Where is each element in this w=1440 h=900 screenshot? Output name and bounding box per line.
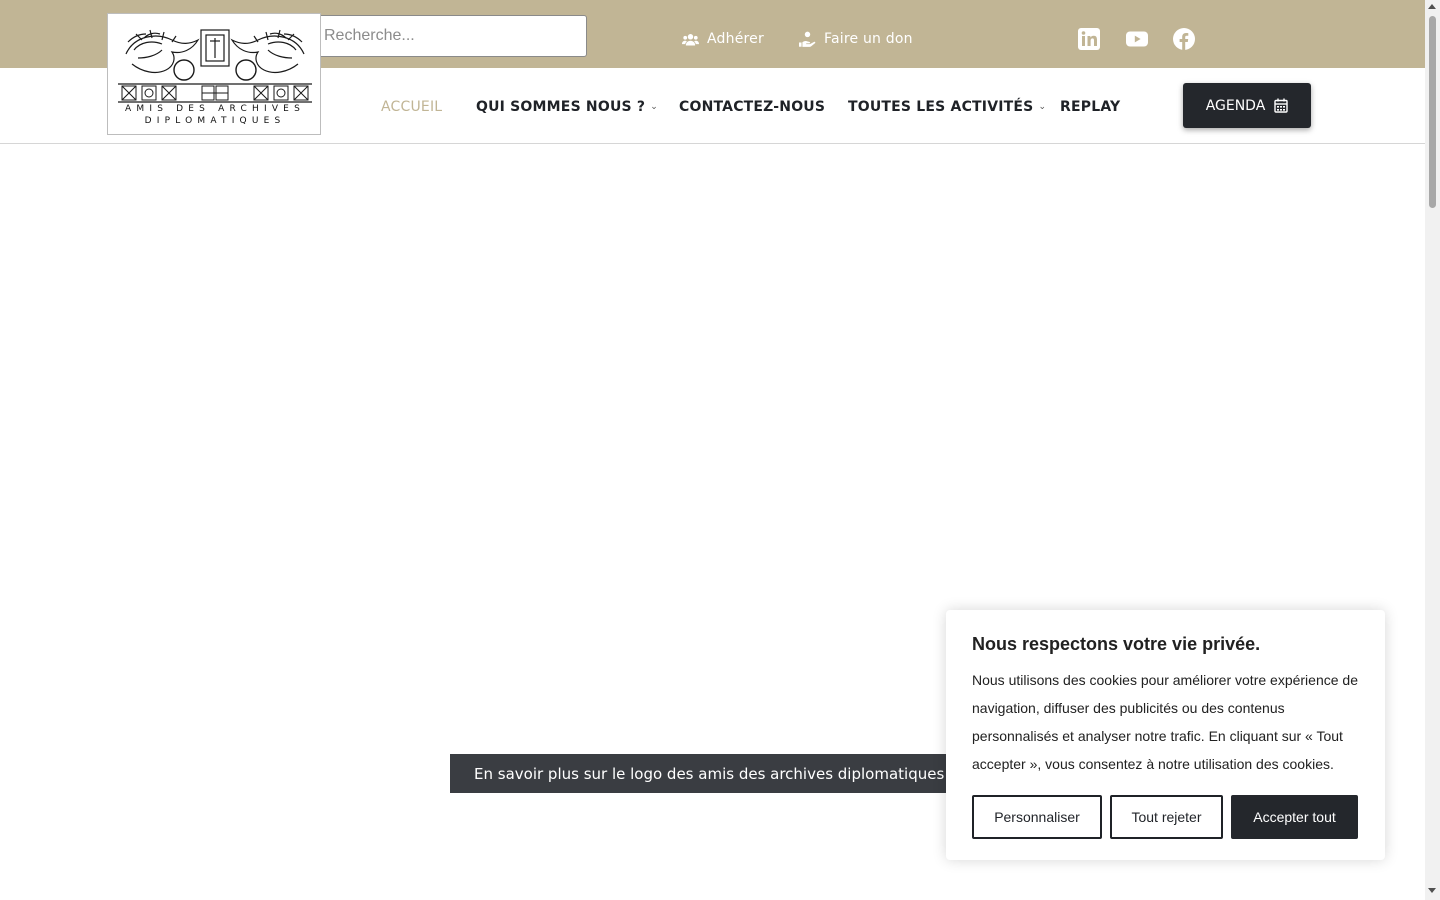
- nav-item-replay[interactable]: REPLAY: [1060, 98, 1120, 116]
- cookie-customize-button[interactable]: Personnaliser: [972, 795, 1102, 839]
- cookie-text: Nous utilisons des cookies pour améliore…: [972, 672, 1358, 772]
- search-input[interactable]: [314, 15, 587, 57]
- donate-link[interactable]: Faire un don: [799, 28, 913, 50]
- logo-text-line2: DIPLOMATIQUES: [144, 116, 286, 126]
- learn-more-label: En savoir plus sur le logo des amis des …: [474, 764, 945, 783]
- donate-hand-icon: [799, 31, 816, 47]
- linkedin-icon: [1078, 28, 1100, 50]
- facebook-link[interactable]: [1173, 28, 1195, 50]
- chevron-down-icon: ⌄: [1038, 102, 1047, 112]
- chevron-down-icon: ⌄: [650, 102, 658, 112]
- scroll-up-arrow-icon[interactable]: [1428, 4, 1436, 9]
- logo-emblem-icon: [118, 29, 312, 103]
- cookie-consent-banner: Nous respectons votre vie privée. Nous u…: [946, 610, 1385, 860]
- nav-item-label: REPLAY: [1060, 99, 1121, 115]
- nav-item-label: ACCUEIL: [381, 99, 443, 115]
- logo-text-line1: AMIS DES ARCHIVES: [125, 104, 305, 114]
- nav-item-label: QUI SOMMES NOUS ?: [476, 99, 646, 115]
- agenda-button[interactable]: AGENDA: [1183, 83, 1311, 128]
- facebook-icon: [1173, 28, 1195, 50]
- cookie-accept-button[interactable]: Accepter tout: [1231, 795, 1358, 839]
- page-scrollbar[interactable]: [1425, 0, 1440, 900]
- nav-item-activities[interactable]: TOUTES LES ACTIVITÉS ⌄: [848, 98, 1046, 116]
- nav-item-home[interactable]: ACCUEIL: [381, 98, 442, 116]
- scrollbar-thumb[interactable]: [1429, 16, 1436, 208]
- learn-more-logo-button[interactable]: En savoir plus sur le logo des amis des …: [450, 754, 955, 793]
- calendar-icon: [1274, 98, 1288, 113]
- nav-item-label: TOUTES LES ACTIVITÉS: [848, 99, 1034, 115]
- cookie-title: Nous respectons votre vie privée.: [972, 634, 1261, 654]
- donate-label: Faire un don: [824, 31, 913, 47]
- join-label: Adhérer: [707, 31, 764, 47]
- site-logo[interactable]: AMIS DES ARCHIVES DIPLOMATIQUES: [107, 13, 321, 135]
- linkedin-link[interactable]: [1078, 28, 1100, 50]
- youtube-icon: [1126, 31, 1148, 47]
- nav-item-contact[interactable]: CONTACTEZ-NOUS: [679, 98, 825, 116]
- users-icon: [682, 33, 699, 45]
- youtube-link[interactable]: [1126, 28, 1148, 50]
- join-link[interactable]: Adhérer: [682, 28, 764, 50]
- nav-item-label: CONTACTEZ-NOUS: [679, 99, 826, 115]
- scroll-down-arrow-icon[interactable]: [1428, 888, 1436, 893]
- agenda-label: AGENDA: [1205, 97, 1266, 114]
- cookie-reject-button[interactable]: Tout rejeter: [1110, 795, 1223, 839]
- nav-item-about[interactable]: QUI SOMMES NOUS ? ⌄: [476, 98, 658, 116]
